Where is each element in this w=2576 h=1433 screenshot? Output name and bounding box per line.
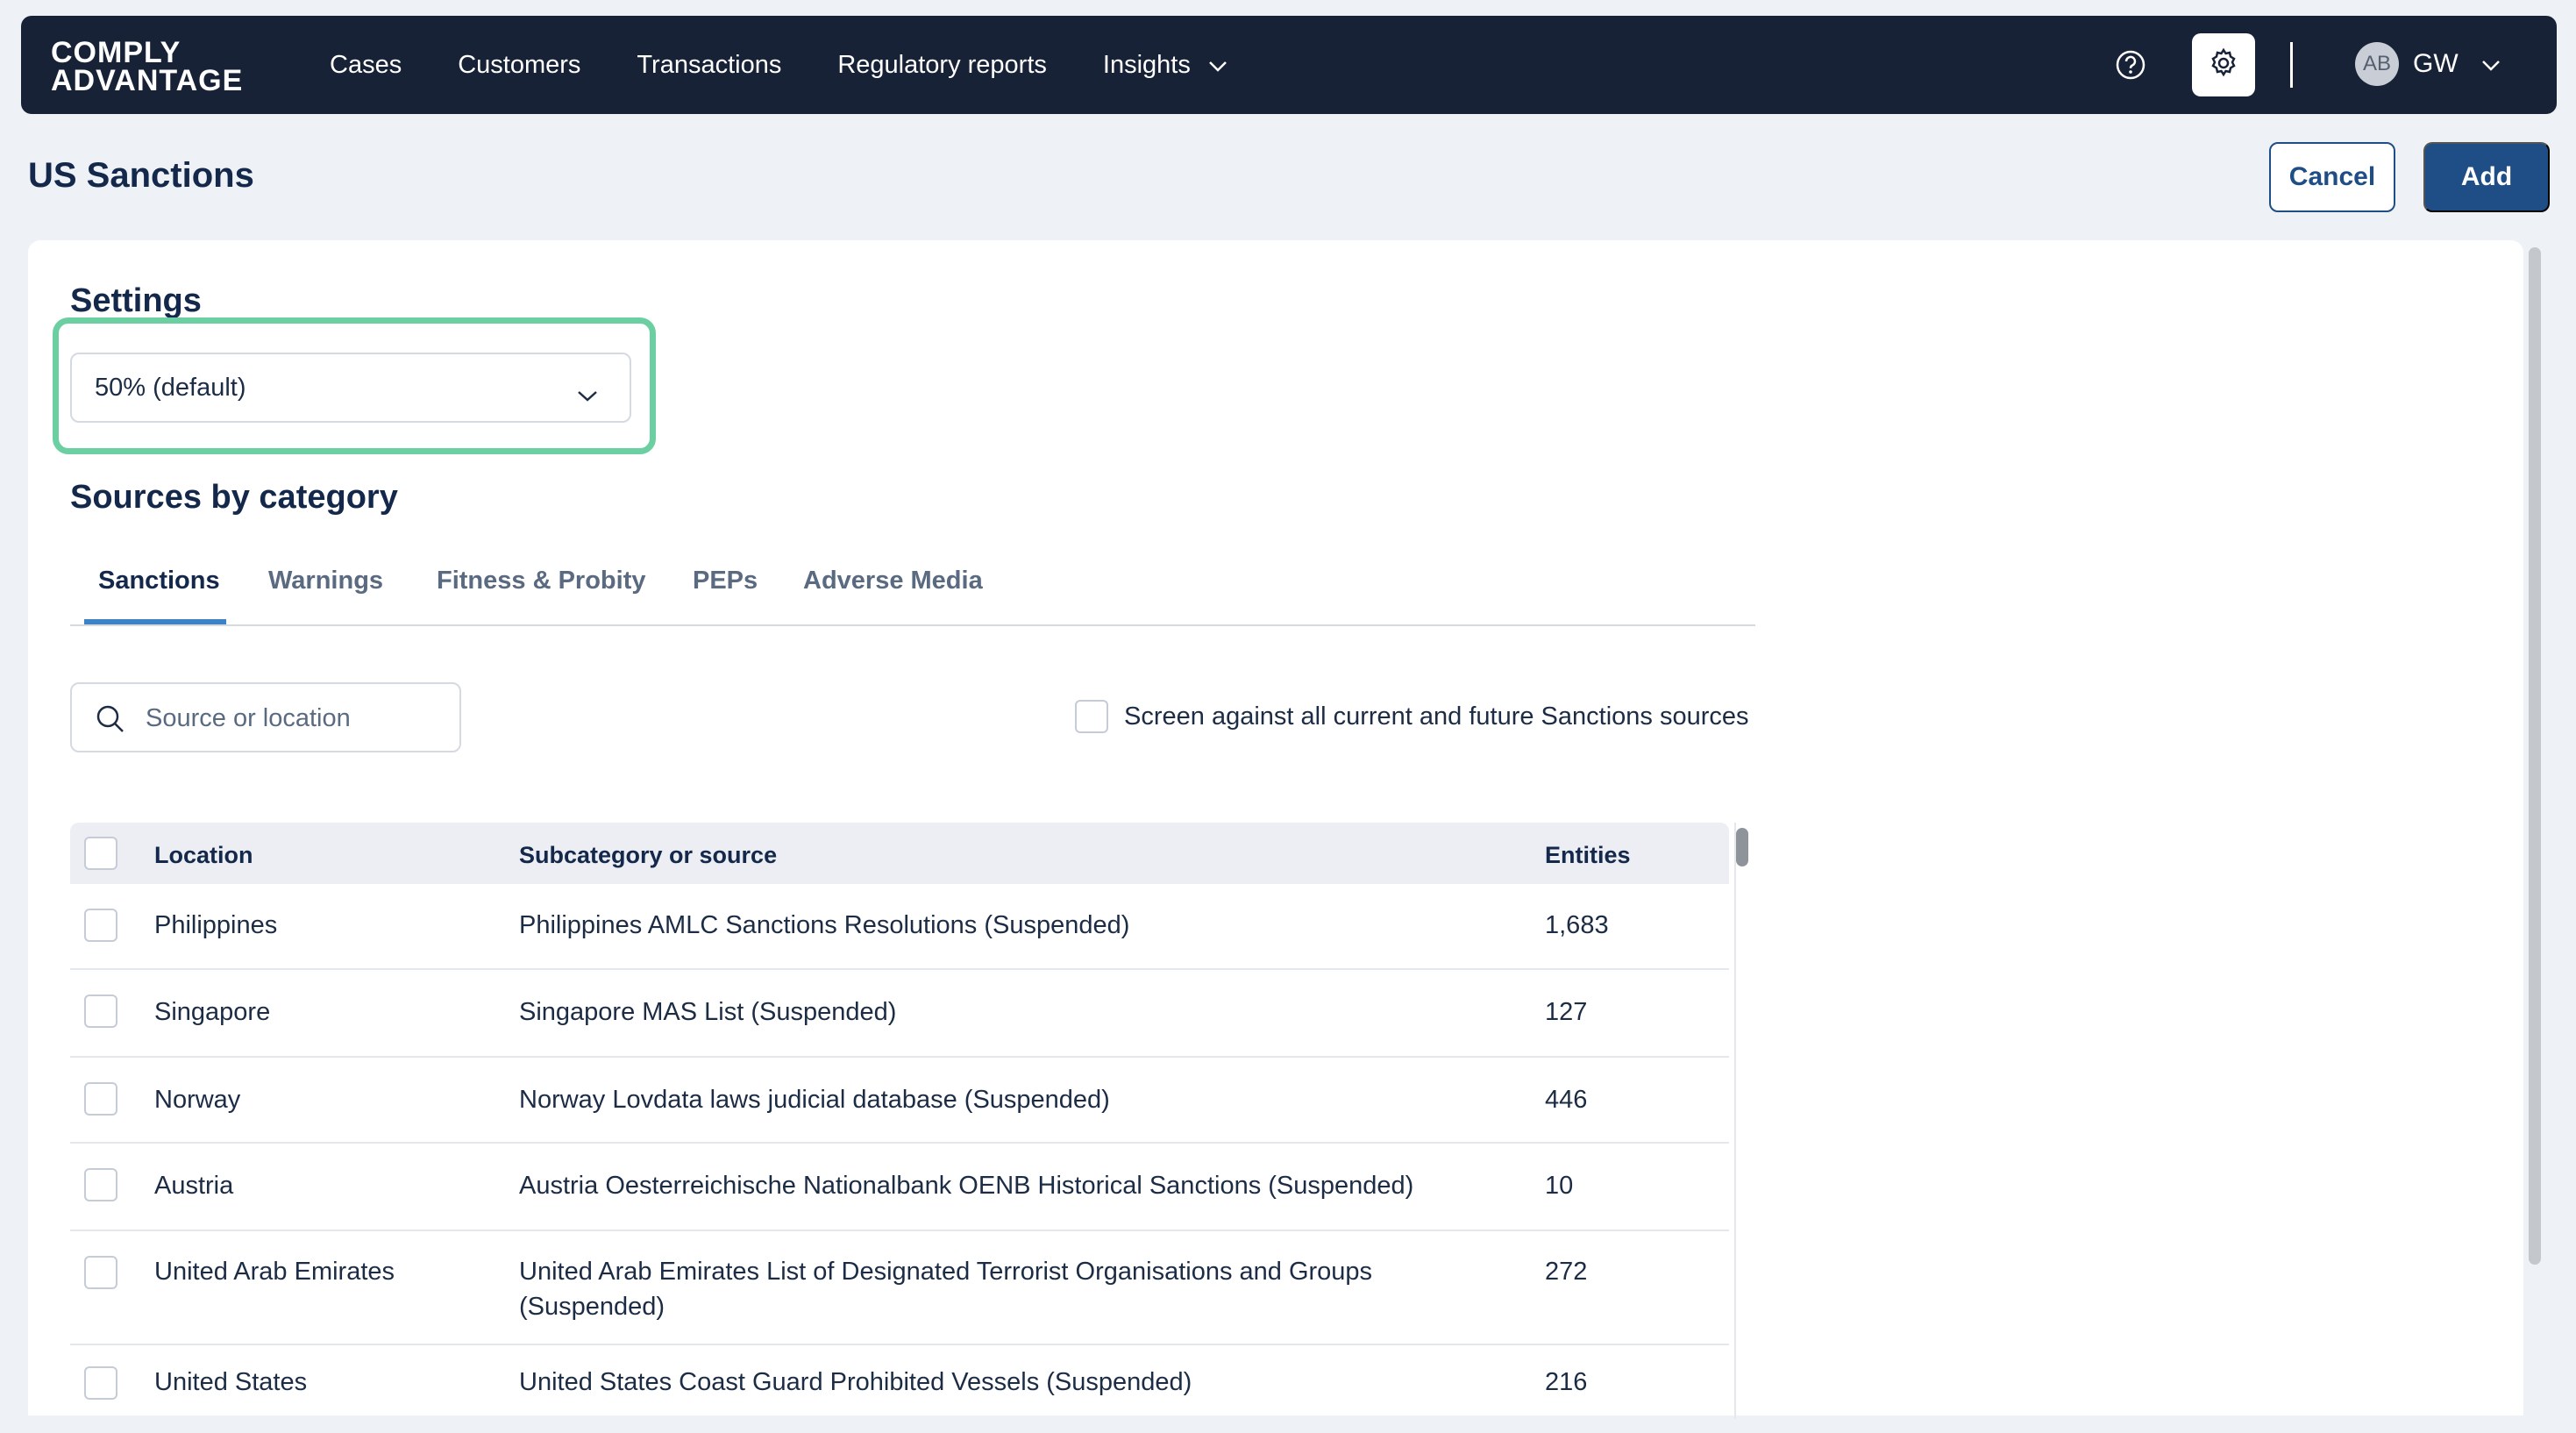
- top-navigation-bar: COMPLY ADVANTAGE Cases Customers Transac…: [21, 16, 2557, 114]
- table-scrollbar-thumb[interactable]: [1736, 828, 1748, 866]
- screen-all-checkbox[interactable]: [1075, 700, 1108, 733]
- nav-item-insights[interactable]: Insights: [1103, 51, 1228, 80]
- row-source-line2: (Suspended): [519, 1293, 665, 1321]
- row-entities: 216: [1545, 1368, 1588, 1396]
- nav-item-cases[interactable]: Cases: [330, 51, 402, 80]
- row-entities: 10: [1545, 1172, 1574, 1200]
- gear-icon: [2208, 47, 2239, 83]
- row-checkbox[interactable]: [84, 1082, 117, 1116]
- row-entities: 446: [1545, 1086, 1588, 1114]
- screen-all-label: Screen against all current and future Sa…: [1124, 702, 1749, 731]
- column-header-entities[interactable]: Entities: [1545, 842, 1631, 869]
- row-location: Norway: [154, 1086, 241, 1114]
- row-source: United States Coast Guard Prohibited Ves…: [519, 1368, 1192, 1396]
- nav-item-customers[interactable]: Customers: [458, 51, 580, 80]
- tab-fitness-probity[interactable]: Fitness & Probity: [437, 567, 646, 595]
- cancel-button[interactable]: Cancel: [2269, 142, 2395, 212]
- row-location: Austria: [154, 1172, 234, 1200]
- table-header: Location Subcategory or source Entities: [70, 823, 1729, 884]
- column-header-source[interactable]: Subcategory or source: [519, 842, 777, 869]
- nav-item-regulatory-reports[interactable]: Regulatory reports: [837, 51, 1047, 80]
- row-checkbox[interactable]: [84, 1256, 117, 1289]
- add-button[interactable]: Add: [2423, 142, 2550, 212]
- row-location: United States: [154, 1368, 308, 1396]
- select-all-checkbox[interactable]: [84, 837, 117, 870]
- row-source: Philippines AMLC Sanctions Resolutions (…: [519, 911, 1130, 939]
- chevron-down-icon: [577, 381, 598, 410]
- nav-item-insights-label: Insights: [1102, 50, 1191, 79]
- table-scrollbar-track[interactable]: [1734, 823, 1752, 1419]
- row-source: Singapore MAS List (Suspended): [519, 998, 897, 1026]
- user-initials[interactable]: GW: [2413, 49, 2459, 79]
- page-title: US Sanctions: [28, 156, 254, 195]
- main-nav: Cases Customers Transactions Regulatory …: [330, 16, 1284, 114]
- table-row[interactable]: Philippines Philippines AMLC Sanctions R…: [70, 884, 1729, 970]
- chevron-down-icon: [1208, 51, 1228, 80]
- row-location: United Arab Emirates: [154, 1258, 395, 1286]
- row-entities: 127: [1545, 998, 1588, 1026]
- brand-logo[interactable]: COMPLY ADVANTAGE: [51, 36, 244, 97]
- settings-button[interactable]: [2192, 33, 2255, 96]
- table-row[interactable]: Austria Austria Oesterreichische Nationa…: [70, 1144, 1729, 1231]
- help-circle-icon[interactable]: [2113, 47, 2148, 82]
- screen-all-option: Screen against all current and future Sa…: [1075, 700, 1749, 733]
- row-checkbox[interactable]: [84, 1366, 117, 1400]
- threshold-select-value: 50% (default): [95, 373, 246, 402]
- table-row[interactable]: United States United States Coast Guard …: [70, 1345, 1729, 1433]
- row-location: Philippines: [154, 911, 278, 939]
- brand-logo-line2: ADVANTAGE: [51, 64, 244, 97]
- column-header-location[interactable]: Location: [154, 842, 253, 869]
- tab-adverse-media[interactable]: Adverse Media: [803, 567, 983, 595]
- row-entities: 1,683: [1545, 911, 1609, 939]
- table-row[interactable]: Singapore Singapore MAS List (Suspended)…: [70, 970, 1729, 1058]
- search-box: [70, 682, 461, 752]
- active-tab-indicator: [84, 619, 226, 624]
- row-location: Singapore: [154, 998, 271, 1026]
- sources-heading: Sources by category: [70, 479, 398, 516]
- row-checkbox[interactable]: [84, 995, 117, 1028]
- search-input[interactable]: [146, 702, 444, 735]
- tab-peps[interactable]: PEPs: [693, 567, 758, 595]
- row-entities: 272: [1545, 1258, 1588, 1286]
- nav-divider: [2290, 42, 2293, 88]
- sources-table: Location Subcategory or source Entities …: [70, 823, 1729, 1433]
- table-row[interactable]: United Arab Emirates United Arab Emirate…: [70, 1231, 1729, 1345]
- chevron-down-icon[interactable]: [2481, 60, 2501, 76]
- brand-logo-line1: COMPLY: [51, 36, 181, 69]
- category-tabs: Sanctions Warnings Fitness & Probity PEP…: [70, 567, 1755, 626]
- threshold-select[interactable]: 50% (default): [70, 353, 631, 423]
- tab-warnings[interactable]: Warnings: [268, 567, 383, 595]
- nav-item-transactions[interactable]: Transactions: [637, 51, 781, 80]
- search-icon: [95, 703, 126, 739]
- table-row[interactable]: Norway Norway Lovdata laws judicial data…: [70, 1058, 1729, 1144]
- row-source: United Arab Emirates List of Designated …: [519, 1258, 1373, 1286]
- row-checkbox[interactable]: [84, 1168, 117, 1201]
- settings-heading: Settings: [70, 282, 202, 319]
- tab-sanctions[interactable]: Sanctions: [98, 567, 220, 595]
- row-source: Norway Lovdata laws judicial database (S…: [519, 1086, 1110, 1114]
- row-source: Austria Oesterreichische Nationalbank OE…: [519, 1172, 1414, 1200]
- page-scrollbar[interactable]: [2529, 247, 2541, 1265]
- row-checkbox[interactable]: [84, 909, 117, 942]
- avatar[interactable]: AB: [2355, 42, 2399, 86]
